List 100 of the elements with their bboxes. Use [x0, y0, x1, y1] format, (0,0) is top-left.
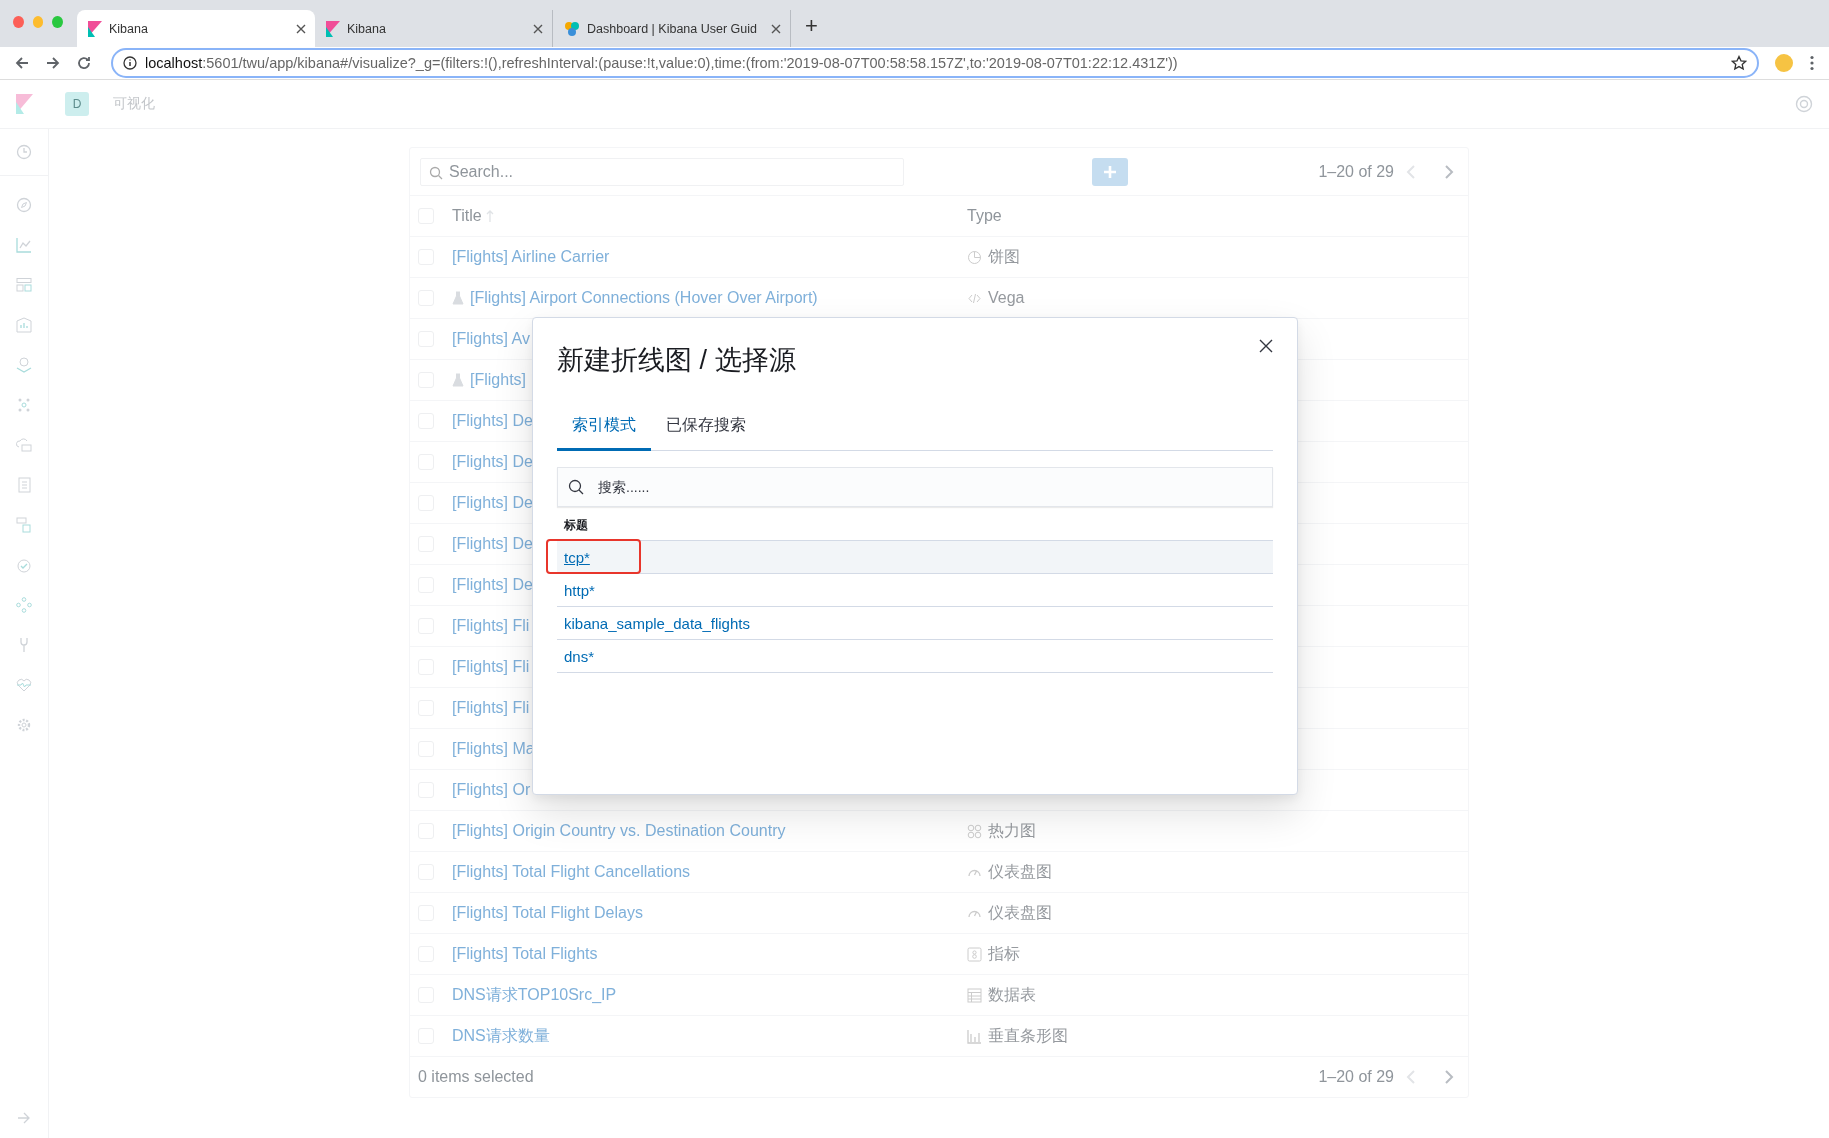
circles-icon	[967, 823, 982, 839]
clock-icon[interactable]	[16, 144, 32, 160]
visualization-link[interactable]: [Flights] Fli	[452, 617, 530, 635]
pie-chart-icon	[967, 249, 982, 265]
column-header[interactable]: Title	[452, 207, 482, 225]
visualization-link[interactable]: [Flights] De	[452, 453, 533, 471]
address-bar[interactable]: localhost:5601/twu/app/kibana#/visualize?_g=(filters:!(),refreshInterval:(pause:!t,value:0),time:(from:'2019-08-07T00:58:58.157Z',to:'2019-08-07T01:22:12.431Z'))	[111, 48, 1759, 78]
visualization-link[interactable]: [Flights] Fli	[452, 658, 530, 676]
type-label: 饼图	[988, 246, 1020, 267]
browser-tab[interactable]: Kibana	[315, 10, 553, 47]
index-pattern-link[interactable]: http*	[564, 581, 595, 599]
search-field[interactable]: 搜索......	[557, 467, 1273, 507]
visualization-link[interactable]: [Flights] Av	[452, 330, 530, 348]
document-icon[interactable]	[16, 477, 32, 493]
next-page-icon[interactable]	[1444, 164, 1454, 179]
map-pin-icon[interactable]	[16, 357, 32, 373]
visualization-link[interactable]: [Flights] Airline Carrier	[452, 248, 610, 266]
cloud-icon[interactable]	[16, 437, 32, 453]
visualization-link[interactable]: [Flights] De	[452, 576, 533, 594]
dashboard-icon[interactable]	[16, 277, 32, 293]
type-label: 热力图	[988, 820, 1036, 841]
browser-tab[interactable]: Dashboard | Kibana User Guid	[553, 10, 791, 47]
add-button[interactable]	[1092, 157, 1128, 186]
visualization-link[interactable]: [Flights] Origin Country vs. Destination Country	[452, 822, 786, 840]
gear-icon[interactable]	[16, 717, 32, 733]
type-label: 仪表盘图	[988, 902, 1052, 923]
index-pattern-link[interactable]: kibana_sample_data_flights	[564, 614, 750, 632]
nodes-icon[interactable]	[16, 597, 32, 613]
type-label: 垂直条形图	[988, 1025, 1068, 1046]
check-icon[interactable]	[16, 557, 32, 573]
tab[interactable]: 已保存搜索	[651, 402, 761, 451]
back-arrow-icon[interactable]	[14, 55, 30, 71]
bar-chart-icon	[967, 1028, 982, 1044]
previous-page-icon[interactable]	[1406, 164, 1416, 179]
type-label: Vega	[988, 289, 1025, 307]
pagination-text: 1–20 of 29	[1318, 162, 1394, 181]
visualization-link[interactable]: [Flights] Total Flight Cancellations	[452, 863, 691, 881]
tab-title: Kibana	[109, 21, 149, 36]
compass-icon[interactable]	[16, 197, 32, 213]
visualization-link[interactable]: DNS请求数量	[452, 1025, 550, 1047]
kibana-logo-icon[interactable]	[16, 94, 33, 114]
type-label: 仪表盘图	[988, 861, 1052, 882]
close-icon[interactable]	[533, 23, 543, 34]
kibana-logo-icon	[88, 20, 102, 37]
forward-arrow-icon[interactable]	[45, 55, 61, 71]
new-tab-button[interactable]: +	[805, 13, 818, 39]
expand-arrow-icon[interactable]	[17, 1112, 31, 1124]
info-icon	[123, 56, 137, 70]
visualization-link[interactable]: [Flights] Or	[452, 781, 531, 799]
dots-logo-icon	[564, 20, 580, 37]
visualization-link[interactable]: [Flights] Fli	[452, 699, 530, 717]
plus-icon	[1103, 164, 1117, 179]
breadcrumb[interactable]: 可视化	[113, 95, 155, 113]
dots-icon[interactable]	[16, 397, 32, 413]
table-icon	[967, 987, 982, 1003]
reload-icon[interactable]	[76, 55, 92, 71]
close-window-icon[interactable]	[13, 15, 24, 28]
close-icon[interactable]	[1259, 339, 1273, 353]
close-icon[interactable]	[296, 23, 306, 34]
pagination-text: 1–20 of 29	[1318, 1068, 1394, 1086]
previous-page-icon[interactable]	[1406, 1070, 1416, 1084]
metric-icon	[967, 946, 982, 962]
tab[interactable]: 索引模式	[557, 402, 651, 451]
help-icon[interactable]	[1795, 95, 1813, 113]
tab-title: Dashboard | Kibana User Guid	[587, 21, 758, 36]
index-pattern-link[interactable]: tcp*	[564, 548, 590, 566]
visualization-link[interactable]: [Flights] De	[452, 535, 533, 553]
heart-icon[interactable]	[16, 677, 32, 693]
close-icon[interactable]	[771, 23, 781, 34]
visualization-link[interactable]: DNS请求TOP10Src_IP	[452, 984, 617, 1006]
visualization-link[interactable]: [Flights] Total Flights	[452, 945, 598, 963]
type-label: 数据表	[988, 984, 1036, 1005]
visualization-link[interactable]: [Flights] Airport Connections (Hover Over Airport)	[470, 289, 818, 307]
column-header: Type	[967, 207, 1003, 225]
highlighted-row[interactable]: tcp*	[557, 541, 1273, 574]
maximize-window-icon[interactable]	[52, 15, 63, 28]
space-avatar[interactable]: D	[65, 92, 89, 116]
boxes-icon[interactable]	[16, 517, 32, 533]
visualization-link[interactable]: [Flights] De	[452, 494, 533, 512]
browser-tab[interactable]: Kibana	[77, 10, 315, 47]
menu-icon[interactable]	[1809, 55, 1815, 71]
visualization-link[interactable]: [Flights]	[470, 371, 526, 389]
type-label: 指标	[988, 943, 1020, 964]
star-icon[interactable]	[1731, 55, 1747, 71]
search-field[interactable]: Search...	[420, 157, 904, 186]
visualization-link[interactable]: [Flights] De	[452, 412, 533, 430]
minimize-window-icon[interactable]	[32, 15, 44, 28]
url-text: localhost:5601/twu/app/kibana#/visualize?_g=(filters:!(),refreshInterval:(pause:!t,value:0),time:(from:'2019-08-07T00:58:58.157Z',to:'2019-08-07T01:22:12.431Z'))	[145, 55, 1179, 71]
profile-avatar-icon[interactable]	[1774, 53, 1794, 73]
canvas-icon[interactable]	[16, 317, 32, 333]
line-chart-icon[interactable]	[16, 237, 32, 253]
visualization-link[interactable]: [Flights] Total Flight Delays	[452, 904, 643, 922]
next-page-icon[interactable]	[1444, 1070, 1454, 1084]
modal-title: 新建折线图 / 选择源	[557, 344, 796, 377]
kibana-logo-icon	[326, 20, 340, 37]
sort-arrow-icon	[485, 209, 494, 223]
index-pattern-link[interactable]: dns*	[564, 647, 595, 665]
tab-title: Kibana	[347, 21, 387, 36]
column-header: 标题	[563, 517, 589, 534]
selection-count: 0 items selected	[418, 1068, 534, 1086]
